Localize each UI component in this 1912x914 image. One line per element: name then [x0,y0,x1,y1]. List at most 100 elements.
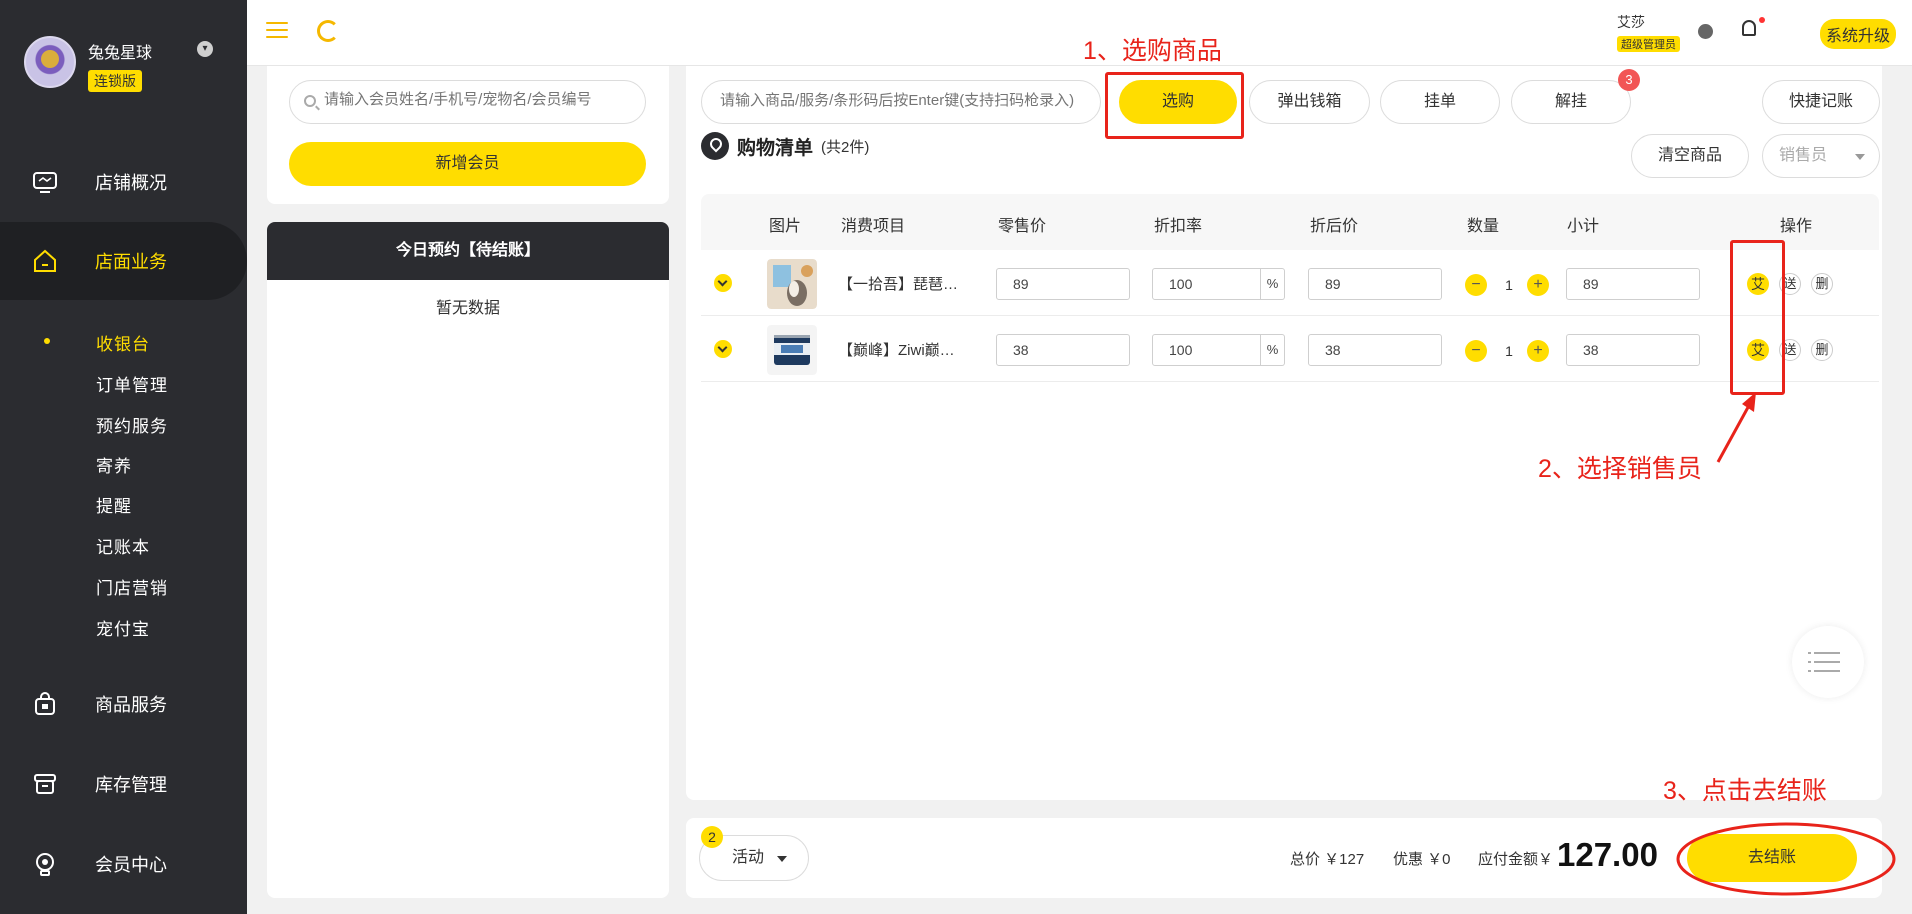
nav-item-products[interactable]: 商品服务 [0,665,247,743]
seller-select[interactable]: 销售员 [1762,134,1880,178]
discounted-price-input[interactable]: 38 [1308,334,1442,366]
delete-button[interactable]: 删 [1811,273,1833,295]
notification-dot [1759,17,1765,23]
cart-count: (共2件) [821,138,870,156]
discount-amount: 优惠 ￥0 [1393,851,1451,868]
appointments-title: 今日预约【待结账】 [267,222,669,280]
col-discount: 折扣率 [1154,218,1203,235]
seller-placeholder: 销售员 [1779,147,1828,164]
expand-row-icon[interactable] [714,274,732,292]
product-search-input[interactable] [720,92,1100,109]
store-switch-chevron-icon[interactable]: ▾ [197,41,213,57]
appointments-panel: 今日预约【待结账】 暂无数据 [267,222,669,898]
location-pin-icon [701,132,729,160]
edition-badge: 连锁版 [88,70,142,92]
nav-item-members[interactable]: 会员中心 [0,825,247,903]
user-icon [36,853,54,876]
subtotal-input[interactable]: 38 [1566,334,1700,366]
qty-minus-button[interactable]: − [1465,340,1487,362]
retail-price-input[interactable]: 38 [996,334,1130,366]
col-retail: 零售价 [998,218,1047,235]
cash-drawer-button[interactable]: 弹出钱箱 [1249,80,1370,124]
user-menu-chevron-icon[interactable] [1698,24,1713,39]
qty-value[interactable]: 1 [1498,340,1520,362]
qty-plus-button[interactable]: + [1527,340,1549,362]
col-discounted: 折后价 [1310,218,1359,235]
sub-item-orders[interactable]: 订单管理 [96,371,168,396]
nav-label: 商品服务 [95,695,167,715]
nav-label: 库存管理 [95,775,167,795]
list-menu-icon[interactable] [1792,626,1864,698]
cart-title-text: 购物清单 [737,137,814,159]
qty-plus-button[interactable]: + [1527,274,1549,296]
nav-label: 店面业务 [95,252,167,272]
nav-item-store-business[interactable]: 店面业务 [0,222,247,300]
hold-order-button[interactable]: 挂单 [1380,80,1500,124]
discounted-price-input[interactable]: 89 [1308,268,1442,300]
chevron-down-icon [1855,154,1865,160]
expand-row-icon[interactable] [714,340,732,358]
col-subtotal: 小计 [1567,218,1600,235]
member-panel: 新增会员 [267,66,669,204]
member-search[interactable] [289,80,646,124]
col-image: 图片 [769,218,802,235]
bell-icon[interactable] [1742,20,1756,36]
add-member-button[interactable]: 新增会员 [289,142,646,186]
sub-item-cashier[interactable]: 收银台 [96,330,150,355]
search-icon [304,95,316,107]
annotation-step2: 2、选择销售员 [1538,455,1702,483]
sub-item-reminders[interactable]: 提醒 [96,492,132,517]
nav-label: 店铺概况 [95,173,167,193]
monitor-icon [33,172,57,193]
total-price: 总价 ￥127 [1290,851,1365,868]
nav-item-store-overview[interactable]: 店铺概况 [0,143,247,221]
annotation-step3: 3、点击去结账 [1663,777,1827,805]
annotation-ellipse-checkout [1676,822,1896,896]
refresh-icon[interactable] [317,20,339,42]
annotation-step1: 1、选购商品 [1083,37,1222,65]
payable-amount: 127.00 [1557,836,1658,873]
store-avatar [24,36,76,88]
qty-value[interactable]: 1 [1498,274,1520,296]
clear-cart-button[interactable]: 清空商品 [1631,134,1749,178]
sidebar: 兔兔星球 连锁版 ▾ 店铺概况 店面业务 收银台 订单管理 预约服务 寄养 提醒… [0,0,247,914]
retail-price-input[interactable]: 89 [996,268,1130,300]
cart-table: 图片 消费项目 零售价 折扣率 折后价 数量 小计 操作 【一拾吾】琵琶腿冻干 … [701,194,1879,382]
discount-rate-input[interactable]: 100 [1152,334,1261,366]
discount-rate-input[interactable]: 100 [1152,268,1261,300]
menu-toggle-icon[interactable] [266,22,288,40]
nav-item-inventory[interactable]: 库存管理 [0,745,247,823]
sub-item-ledger[interactable]: 记账本 [96,533,150,558]
member-search-input[interactable] [324,91,634,108]
annotation-box-seller [1730,240,1785,395]
delete-button[interactable]: 删 [1811,339,1833,361]
quick-bill-button[interactable]: 快捷记账 [1762,80,1880,124]
table-header: 图片 消费项目 零售价 折扣率 折后价 数量 小计 操作 [701,194,1879,250]
system-upgrade-button[interactable]: 系统升级 [1820,19,1897,49]
unhold-order-button[interactable]: 解挂 [1511,80,1631,124]
product-name: 【一拾吾】琵琶腿冻干 [838,276,968,293]
col-item: 消费项目 [841,218,906,235]
sub-item-boarding[interactable]: 寄养 [96,452,132,477]
sub-item-marketing[interactable]: 门店营销 [96,574,168,599]
table-row: 【一拾吾】琵琶腿冻干 89 100 % 89 − 1 + 89 艾 送 删 [701,250,1879,316]
cart-title: 购物清单 (共2件) [701,132,869,160]
held-count-badge: 3 [1618,69,1640,91]
product-search[interactable] [701,80,1101,124]
product-image [767,325,817,375]
col-qty: 数量 [1467,218,1500,235]
active-dot [44,338,50,344]
annotation-box-select [1105,72,1244,139]
sub-item-appointments[interactable]: 预约服务 [96,412,168,437]
qty-minus-button[interactable]: − [1465,274,1487,296]
col-actions: 操作 [1780,218,1813,235]
sub-item-petpay[interactable]: 宠付宝 [96,615,150,640]
home-icon [34,249,56,272]
subtotal-input[interactable]: 89 [1566,268,1700,300]
cart-panel: 选购 弹出钱箱 挂单 解挂 3 快捷记账 购物清单 (共2件) 清空商品 销售员… [686,66,1882,800]
user-name: 艾莎 [1617,14,1645,30]
brand-area: 兔兔星球 连锁版 ▾ [0,0,247,100]
chevron-down-icon [777,856,787,862]
percent-suffix: % [1261,334,1285,366]
topbar: 艾莎 超级管理员 系统升级 [247,0,1912,66]
